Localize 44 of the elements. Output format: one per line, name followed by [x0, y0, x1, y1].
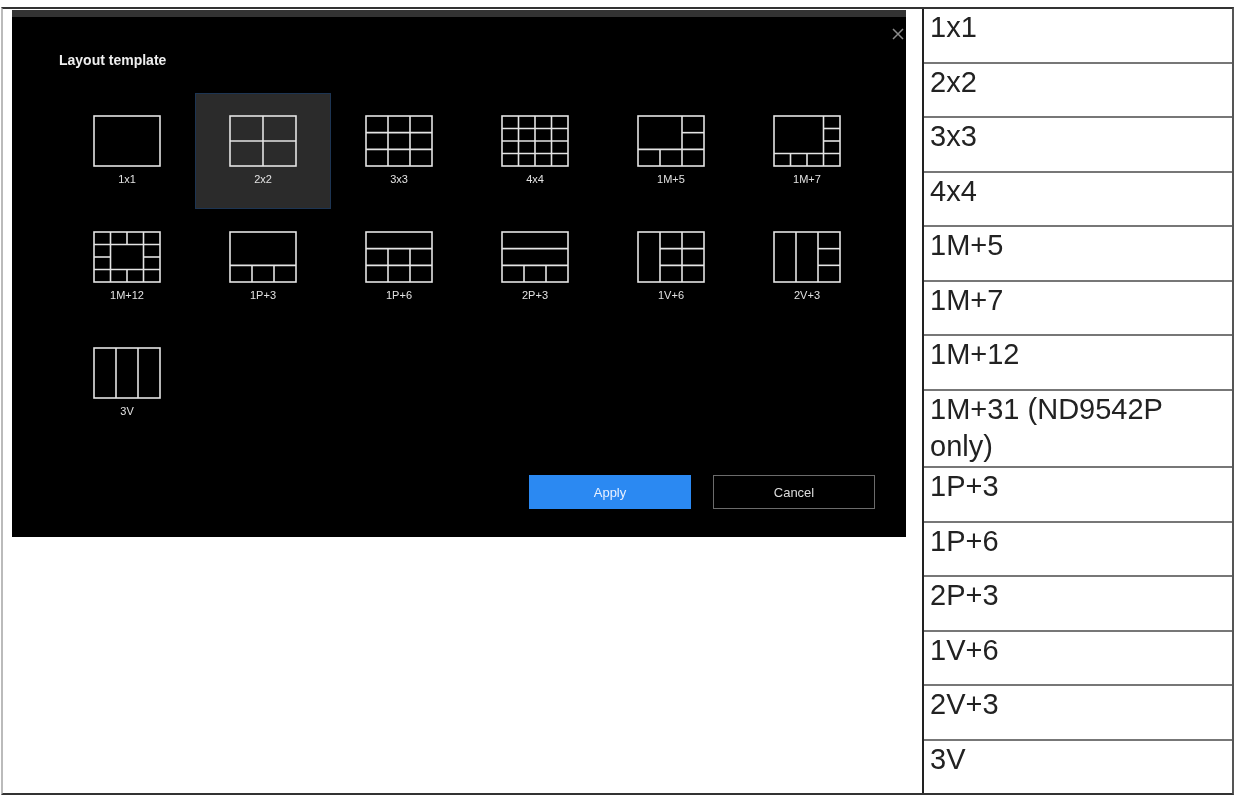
layout-option[interactable]: 1M+12 [59, 209, 195, 325]
close-icon [892, 28, 904, 40]
table-cell: 1x1 [924, 9, 1232, 64]
table-cell: 1P+6 [924, 522, 1232, 577]
wide-pane-layout-icon [229, 231, 297, 283]
table-cell: 1M+31 (ND9542P only) [924, 390, 1232, 468]
layout-option[interactable]: 2P+3 [467, 209, 603, 325]
table-cell: 1P+3 [924, 468, 1232, 523]
cancel-button[interactable]: Cancel [713, 475, 875, 509]
four-pane-grid-icon [229, 115, 297, 167]
layout-option[interactable]: 3V [59, 325, 195, 441]
layout-option[interactable]: 2x2 [195, 93, 331, 209]
layout-option[interactable]: 1x1 [59, 93, 195, 209]
table-cell-text: 3V [929, 741, 967, 777]
layout-option[interactable]: 1M+7 [739, 93, 875, 209]
three-column-layout-icon [93, 347, 161, 399]
table-cell: 3x3 [924, 118, 1232, 173]
layout-option[interactable]: 1M+5 [603, 93, 739, 209]
layout-option[interactable]: 1P+3 [195, 209, 331, 325]
dialog-title: Layout template [59, 51, 167, 69]
table-cell: 2V+3 [924, 686, 1232, 741]
single-pane-icon [93, 115, 161, 167]
layout-option[interactable]: 3x3 [331, 93, 467, 209]
two-tall-pane-layout-icon [773, 231, 841, 283]
layout-option[interactable]: 2V+3 [739, 209, 875, 325]
table-cell: 1M+7 [924, 281, 1232, 337]
close-button[interactable] [892, 28, 904, 40]
layout-option[interactable]: 1V+6 [603, 209, 739, 325]
sixteen-pane-grid-icon [501, 115, 569, 167]
large-pane-layout-icon [637, 115, 705, 167]
table-cell: 2x2 [924, 63, 1232, 119]
layout-option[interactable]: 1P+6 [331, 209, 467, 325]
table-cell: 1M+5 [924, 227, 1232, 282]
table-cell: 1V+6 [924, 631, 1232, 687]
table-cell: 1M+12 [924, 336, 1232, 391]
table-cell: 2P+3 [924, 577, 1232, 632]
table-cell: 4x4 [924, 172, 1232, 228]
center-pane-layout-icon [93, 231, 161, 283]
nine-pane-grid-icon [365, 115, 433, 167]
wide-pane-layout-icon [365, 231, 433, 283]
two-wide-pane-layout-icon [501, 231, 569, 283]
large-pane-layout-icon [773, 115, 841, 167]
layout-option[interactable]: 4x4 [467, 93, 603, 209]
tall-pane-layout-icon [637, 231, 705, 283]
